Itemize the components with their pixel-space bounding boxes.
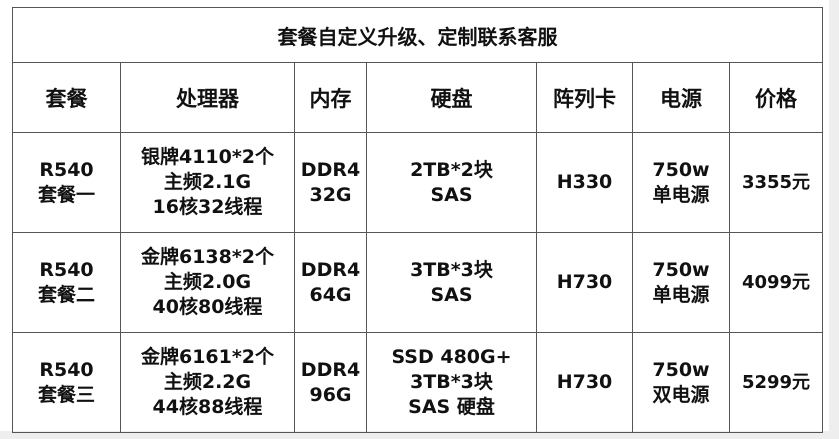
header-price: 价格: [728, 62, 824, 133]
cell-disk: SSD 480G+ 3TB*3块 SAS 硬盘: [366, 332, 537, 433]
header-cpu: 处理器: [120, 62, 295, 133]
header-disk: 硬盘: [366, 62, 537, 133]
header-package: 套餐: [12, 62, 121, 133]
cell-cpu: 金牌6138*2个 主频2.0G 40核80线程: [120, 232, 295, 333]
table-title: 套餐自定义升级、定制联系客服: [11, 7, 824, 63]
cell-raid: H730: [536, 332, 633, 433]
header-memory: 内存: [294, 62, 367, 133]
cell-price: 4099元: [728, 232, 824, 333]
cell-memory: DDR4 32G: [294, 132, 367, 233]
cell-power: 750w 双电源: [632, 332, 730, 433]
cell-cpu: 金牌6161*2个 主频2.2G 44核88线程: [120, 332, 295, 433]
cell-price: 3355元: [728, 132, 824, 233]
cell-memory: DDR4 64G: [294, 232, 367, 333]
cell-memory: DDR4 96G: [294, 332, 367, 433]
cell-disk: 3TB*3块 SAS: [366, 232, 537, 333]
cell-power: 750w 单电源: [632, 232, 730, 333]
header-raid: 阵列卡: [536, 62, 633, 133]
page-background: 套餐自定义升级、定制联系客服 套餐 处理器 内存 硬盘 阵列卡 电源 价格 R5…: [0, 0, 829, 433]
cell-cpu: 银牌4110*2个 主频2.1G 16核32线程: [120, 132, 295, 233]
cell-package: R540 套餐二: [12, 232, 121, 333]
cell-disk: 2TB*2块 SAS: [366, 132, 537, 233]
cell-raid: H330: [536, 132, 633, 233]
table-row: R540 套餐一 银牌4110*2个 主频2.1G 16核32线程 DDR4 3…: [12, 132, 824, 233]
table-header-row: 套餐 处理器 内存 硬盘 阵列卡 电源 价格: [12, 62, 824, 133]
table-title-row: 套餐自定义升级、定制联系客服: [11, 7, 824, 63]
table-row: R540 套餐三 金牌6161*2个 主频2.2G 44核88线程 DDR4 9…: [12, 332, 824, 433]
cell-price: 5299元: [728, 332, 824, 433]
table-row: R540 套餐二 金牌6138*2个 主频2.0G 40核80线程 DDR4 6…: [12, 232, 824, 333]
cell-power: 750w 单电源: [632, 132, 730, 233]
cell-package: R540 套餐一: [12, 132, 121, 233]
server-package-table: 套餐自定义升级、定制联系客服 套餐 处理器 内存 硬盘 阵列卡 电源 价格 R5…: [11, 7, 824, 433]
cell-raid: H730: [536, 232, 633, 333]
cell-package: R540 套餐三: [12, 332, 121, 433]
header-power: 电源: [632, 62, 730, 133]
